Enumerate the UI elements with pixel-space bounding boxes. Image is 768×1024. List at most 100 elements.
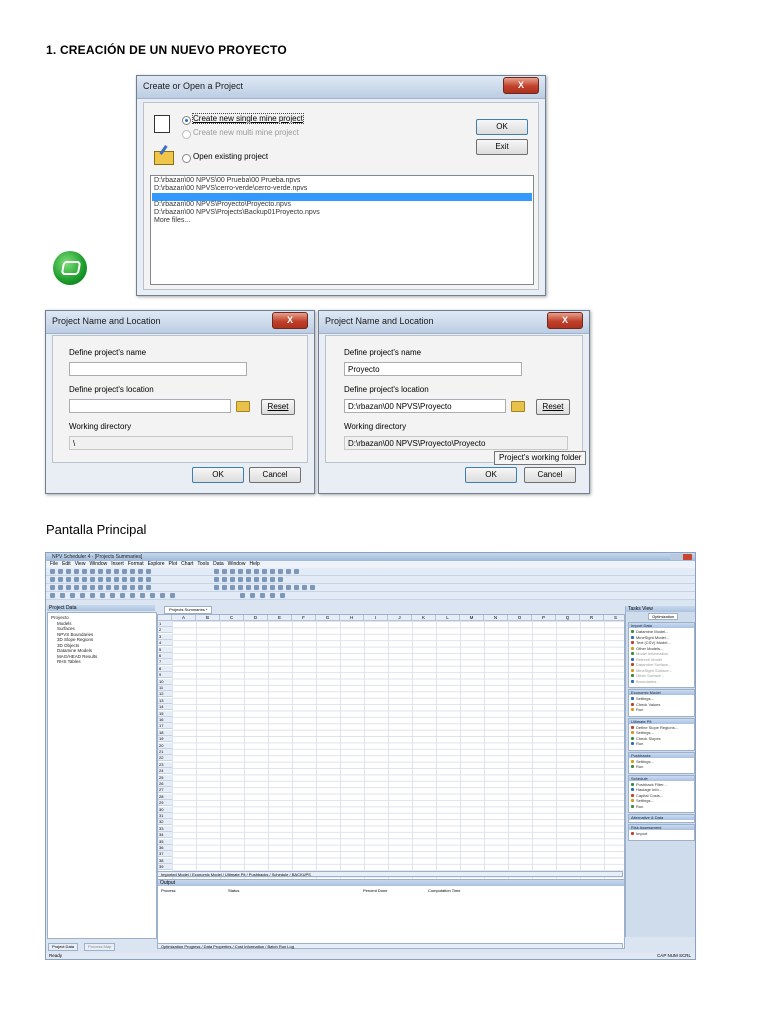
row-header[interactable]: 24 (158, 768, 172, 775)
toolbar-button-icon[interactable] (80, 593, 85, 598)
window-controls[interactable] (670, 554, 692, 560)
toolbar-button-icon[interactable] (270, 585, 275, 590)
row-header[interactable]: 13 (158, 697, 172, 704)
row-header[interactable]: 3 (158, 633, 172, 640)
toolbar-button-icon[interactable] (122, 585, 127, 590)
toolbar-button-icon[interactable] (170, 593, 175, 598)
row-header[interactable]: 17 (158, 723, 172, 730)
task-item[interactable]: MineSight Model... (636, 635, 669, 640)
toolbar-button-icon[interactable] (98, 585, 103, 590)
menu-item[interactable]: Plot (169, 561, 178, 567)
toolbar-button-icon[interactable] (82, 577, 87, 582)
toolbar-button-icon[interactable] (70, 593, 75, 598)
output-tabs[interactable]: Optimization Progress / Data Properties … (157, 943, 623, 949)
row-header[interactable]: 6 (158, 653, 172, 659)
toolbar-button-icon[interactable] (270, 569, 275, 574)
task-item[interactable]: Model Information (636, 651, 668, 656)
toolbar-button-icon[interactable] (146, 569, 151, 574)
toolbar-button-icon[interactable] (66, 569, 71, 574)
row-header[interactable]: 25 (158, 774, 172, 781)
toolbar-button-icon[interactable] (66, 577, 71, 582)
recent-projects-list[interactable]: D:\rbazan\00 NPVS\00 Prueba\00 Prueba.np… (150, 175, 534, 285)
recent-item[interactable]: D:\rbazan\00 NPVS\cerro-verde\cerro-verd… (154, 185, 307, 192)
toolbar-button-icon[interactable] (58, 577, 63, 582)
task-item[interactable]: Settings... (636, 798, 654, 803)
ok-button[interactable]: OK (465, 467, 517, 483)
menu-item[interactable]: File (50, 561, 58, 567)
row-header[interactable]: 36 (158, 845, 172, 851)
row-header[interactable]: 2 (158, 627, 172, 634)
task-item[interactable]: Run (636, 764, 643, 769)
toolbar-button-icon[interactable] (302, 585, 307, 590)
task-item[interactable]: Settings... (636, 730, 654, 735)
row-header[interactable]: 5 (158, 646, 172, 653)
cancel-button[interactable]: Cancel (524, 467, 576, 483)
row-header[interactable]: 15 (158, 710, 172, 717)
toolbar-button-icon[interactable] (66, 585, 71, 590)
project-location-input[interactable] (69, 399, 231, 413)
toolbar-button-icon[interactable] (246, 577, 251, 582)
toolbar-button-icon[interactable] (74, 569, 79, 574)
row-header[interactable]: 28 (158, 793, 172, 800)
toolbar-button-icon[interactable] (230, 585, 235, 590)
ok-button[interactable]: OK (476, 119, 528, 135)
option-open-existing-label[interactable]: Open existing project (193, 152, 268, 161)
menu-item[interactable]: Help (249, 561, 259, 567)
tree-item[interactable]: Datamine Models (57, 648, 92, 653)
toolbar-button-icon[interactable] (238, 577, 243, 582)
toolbar-button-icon[interactable] (278, 585, 283, 590)
toolbar-button-icon[interactable] (90, 577, 95, 582)
toolbar-button-icon[interactable] (130, 577, 135, 582)
row-header[interactable]: 38 (158, 857, 172, 864)
row-header[interactable]: 21 (158, 749, 172, 755)
toolbar-button-icon[interactable] (106, 577, 111, 582)
toolbar-button-icon[interactable] (50, 585, 55, 590)
tree-item[interactable]: RHS Tables (57, 659, 81, 664)
toolbar-button-icon[interactable] (74, 585, 79, 590)
toolbar-button-icon[interactable] (90, 569, 95, 574)
toolbar-button-icon[interactable] (262, 577, 267, 582)
menu-item[interactable]: Edit (62, 561, 71, 567)
toolbar-button-icon[interactable] (130, 593, 135, 598)
row-header[interactable]: 23 (158, 761, 172, 768)
toolbar-button-icon[interactable] (74, 577, 79, 582)
toolbar-button-icon[interactable] (90, 593, 95, 598)
exit-button[interactable]: Exit (476, 139, 528, 155)
document-tab[interactable]: Projects Summaries * (164, 606, 213, 614)
toolbar-button-icon[interactable] (114, 577, 119, 582)
toolbar-button-icon[interactable] (254, 585, 259, 590)
task-item[interactable]: MineSight Surface... (636, 668, 672, 673)
row-header[interactable]: 7 (158, 659, 172, 666)
task-item[interactable]: Capital Costs... (636, 793, 663, 798)
row-header[interactable]: 29 (158, 800, 172, 807)
toolbar-button-icon[interactable] (222, 569, 227, 574)
radio-open-existing[interactable] (182, 154, 191, 163)
toolbar-button-icon[interactable] (238, 569, 243, 574)
project-name-input[interactable]: Proyecto (344, 362, 522, 376)
row-header[interactable]: 37 (158, 851, 172, 858)
task-item[interactable]: Pushback Filter... (636, 782, 667, 787)
cancel-button[interactable]: Cancel (249, 467, 301, 483)
task-section-header[interactable]: Ultimate Pit (629, 718, 694, 724)
toolbar-button-icon[interactable] (60, 593, 65, 598)
close-button[interactable]: X (272, 312, 308, 329)
toolbar-button-icon[interactable] (214, 585, 219, 590)
browse-folder-icon[interactable] (511, 401, 525, 412)
toolbar-button-icon[interactable] (120, 593, 125, 598)
task-item[interactable]: Import (636, 831, 647, 836)
toolbar-button-icon[interactable] (246, 585, 251, 590)
task-item[interactable]: Run (636, 707, 643, 712)
task-item[interactable]: Run (636, 741, 643, 746)
row-header[interactable]: 18 (158, 729, 172, 736)
toolbar-button-icon[interactable] (222, 577, 227, 582)
toolbar-button-icon[interactable] (146, 577, 151, 582)
toolbar-button-icon[interactable] (130, 585, 135, 590)
toolbar-button-icon[interactable] (230, 569, 235, 574)
toolbar-button-icon[interactable] (270, 577, 275, 582)
tree-item[interactable]: MAG/HEAD Results (57, 654, 97, 659)
task-item[interactable]: Haulage Info... (636, 787, 662, 792)
toolbar-button-icon[interactable] (82, 569, 87, 574)
toolbar-button-icon[interactable] (122, 577, 127, 582)
tree-item[interactable]: Models (57, 621, 72, 626)
toolbar-button-icon[interactable] (262, 585, 267, 590)
